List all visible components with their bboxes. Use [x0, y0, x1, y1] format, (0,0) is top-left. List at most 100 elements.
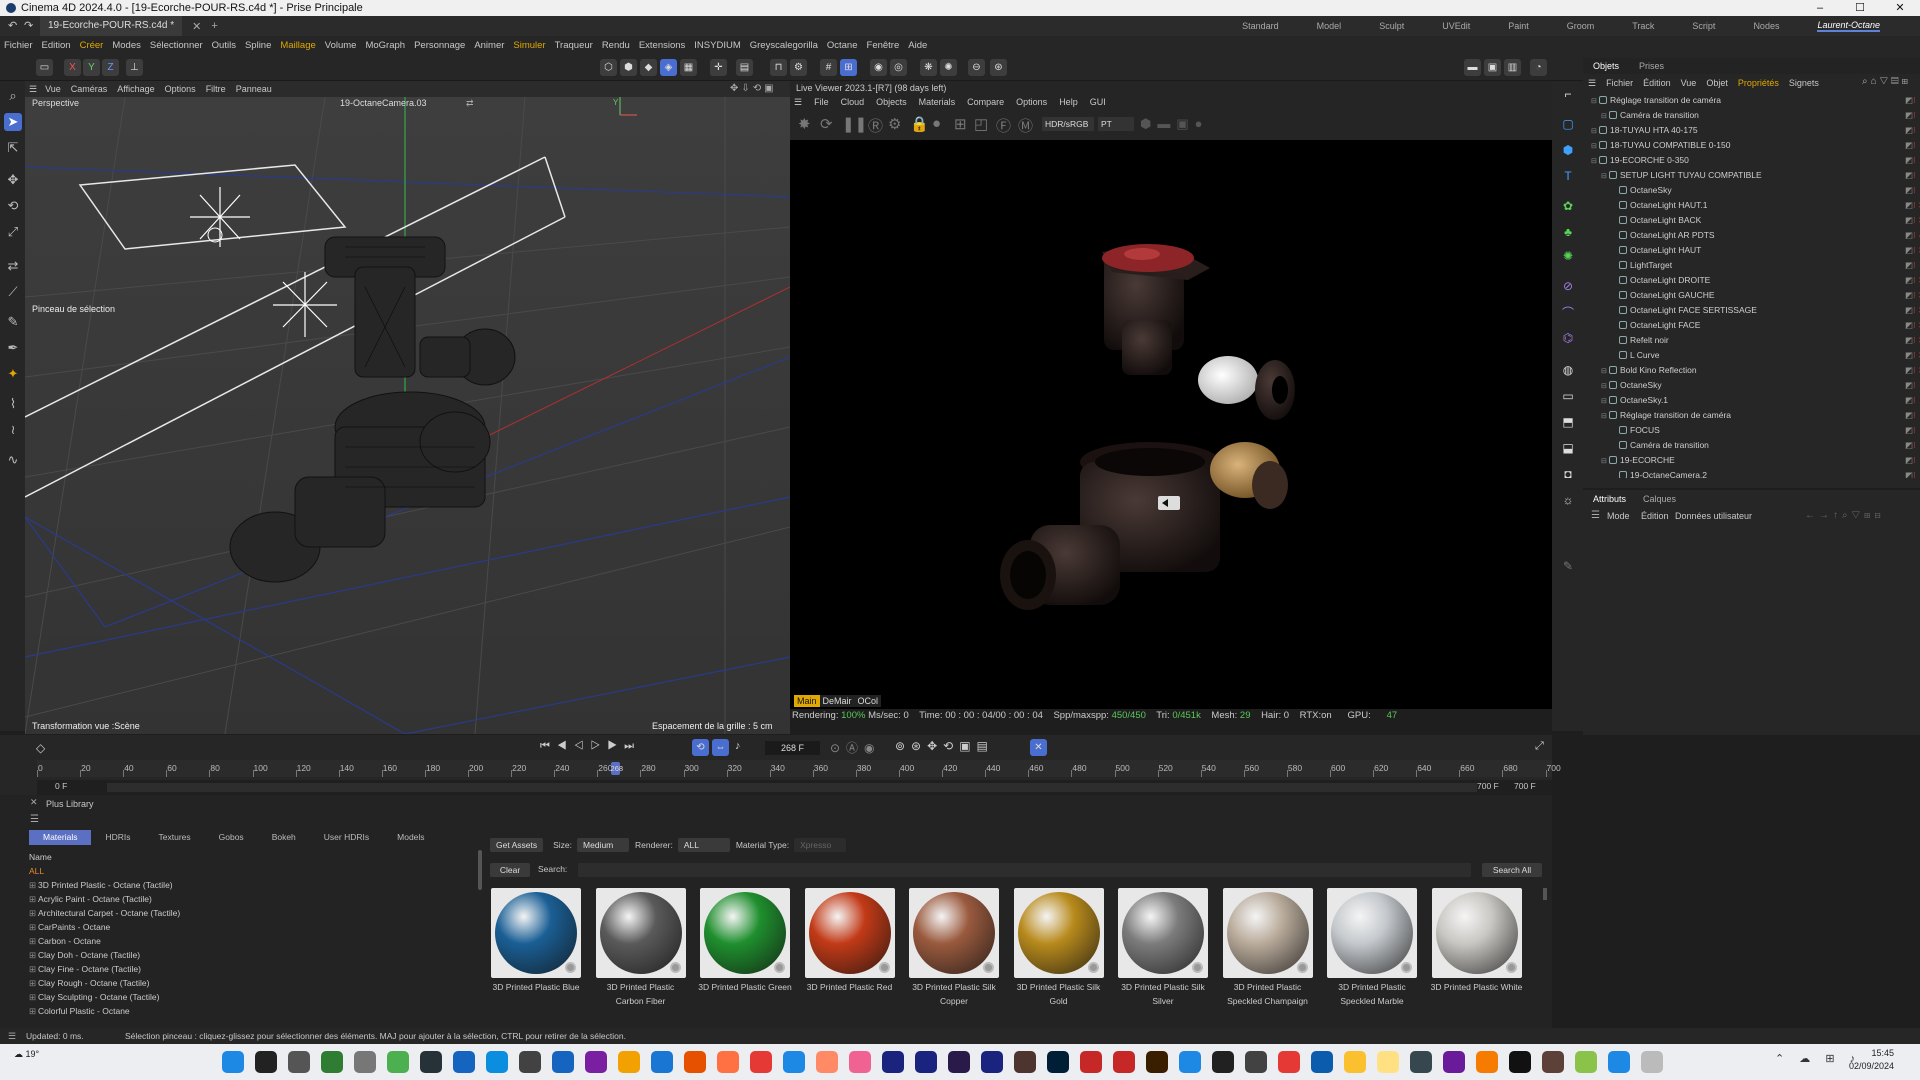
taskbar-app-icon[interactable]	[783, 1051, 805, 1073]
tab-objects[interactable]: Objets	[1593, 61, 1619, 71]
taskbar-app-icon[interactable]	[1014, 1051, 1036, 1073]
pen-tool-icon[interactable]: ✒	[4, 339, 22, 357]
null-object-icon[interactable]: ⌐	[1559, 85, 1577, 103]
field-icon[interactable]: ⊘	[1559, 277, 1577, 295]
menu-4[interactable]: Sélectionner	[150, 40, 203, 51]
object-visibility-flags[interactable]: ◩⁝	[1905, 258, 1920, 273]
taskbar-app-icon[interactable]	[453, 1051, 475, 1073]
taskbar-app-icon[interactable]	[1575, 1051, 1597, 1073]
expand-icon[interactable]: ⊟	[1591, 154, 1599, 169]
record-controls[interactable]: ⊙Ⓐ◉	[830, 739, 881, 756]
axis-z-icon[interactable]: Z	[102, 59, 119, 76]
menu-1[interactable]: Edition	[42, 40, 71, 51]
taskbar-app-icon[interactable]	[255, 1051, 277, 1073]
expand-plus-icon[interactable]: ⊞	[29, 920, 38, 934]
taskbar-app-icon[interactable]	[1377, 1051, 1399, 1073]
taskbar-app-icon[interactable]	[1410, 1051, 1432, 1073]
viewport-menu-5[interactable]: Panneau	[236, 84, 272, 94]
category-item[interactable]: ⊞ CarPaints - Octane	[29, 920, 110, 934]
layout-paint[interactable]: Paint	[1508, 21, 1529, 31]
objects-menu-2[interactable]: Vue	[1681, 78, 1697, 88]
layout-laurent-octane[interactable]: Laurent-Octane	[1817, 20, 1880, 32]
menu-9[interactable]: MoGraph	[365, 40, 405, 51]
taskbar-app-icon[interactable]	[1311, 1051, 1333, 1073]
expand-icon[interactable]: ⊟	[1601, 169, 1609, 184]
menu-18[interactable]: Octane	[827, 40, 858, 51]
expand-icon[interactable]: ⊟	[1601, 454, 1609, 469]
material-swatch[interactable]	[1431, 888, 1522, 978]
taskbar-app-icon[interactable]	[849, 1051, 871, 1073]
edit-render-settings-icon[interactable]: ◔	[1530, 59, 1547, 76]
material-swatch[interactable]	[595, 888, 686, 978]
library-tab-bokeh[interactable]: Bokeh	[258, 830, 310, 845]
solo-settings-icon[interactable]: ◎	[890, 59, 907, 76]
category-scrollbar[interactable]	[478, 850, 482, 890]
kernel-select[interactable]: PT	[1098, 117, 1134, 131]
camera-icon[interactable]: ▭	[1559, 387, 1577, 405]
attributes-menu-icon[interactable]: ☰	[1591, 510, 1600, 521]
search-icon[interactable]: ⌕	[4, 87, 22, 105]
lv-menu-6[interactable]: Help	[1059, 97, 1078, 107]
viewport-menu-1[interactable]: Caméras	[71, 84, 108, 94]
menu-7[interactable]: Maillage	[280, 40, 315, 51]
range-end-preview[interactable]: 700 F	[1477, 781, 1499, 791]
object-visibility-flags[interactable]: ◩⁝	[1905, 168, 1920, 183]
render-output[interactable]	[790, 140, 1552, 695]
category-item[interactable]: ⊞ Clay Fine - Octane (Tactile)	[29, 962, 141, 976]
close-library-icon[interactable]: ✕	[30, 797, 38, 808]
preview-range-icon[interactable]: ⇔	[712, 739, 729, 756]
category-item[interactable]: ⊞ Clay Sculpting - Octane (Tactile)	[29, 990, 159, 1004]
object-row[interactable]: ⊟ Réglage transition de caméra ◩⁝	[1601, 408, 1916, 424]
view-layout-icon[interactable]: ▭	[36, 59, 53, 76]
get-assets-button[interactable]: Get Assets	[490, 838, 544, 852]
current-frame-field[interactable]: 268 F	[765, 741, 820, 755]
text-object-icon[interactable]: T	[1559, 167, 1577, 185]
simulation-icon[interactable]: ❋	[920, 59, 937, 76]
lv-menu-5[interactable]: Options	[1016, 97, 1047, 107]
taskbar-app-icon[interactable]	[1047, 1051, 1069, 1073]
material-pick-icon[interactable]: Ⓜ	[1018, 115, 1033, 136]
library-menu-icon[interactable]: ☰	[30, 814, 39, 825]
menu-20[interactable]: Aide	[908, 40, 927, 51]
menu-10[interactable]: Personnage	[414, 40, 465, 51]
expand-plus-icon[interactable]: ⊞	[29, 990, 38, 1004]
object-visibility-flags[interactable]: ◩⁝ ✕ ▬	[1905, 288, 1920, 303]
taskbar-app-icon[interactable]	[882, 1051, 904, 1073]
expand-icon[interactable]: ⊟	[1591, 139, 1599, 154]
category-item[interactable]: ⊞ Colorful Plastic - Octane	[29, 1004, 130, 1018]
object-row[interactable]: ⊟ 19-ECORCHE 0-350 ◩⁝	[1591, 153, 1916, 169]
edit-icon[interactable]: ✎	[1559, 557, 1577, 575]
object-row[interactable]: LightTarget ◩⁝	[1611, 258, 1916, 273]
category-item[interactable]: ⊞ 3D Printed Plastic - Octane (Tactile)	[29, 878, 173, 892]
object-visibility-flags[interactable]: ◩⁝ ✓ ▬	[1905, 228, 1920, 243]
taskbar-app-icon[interactable]	[1278, 1051, 1300, 1073]
menu-13[interactable]: Traqueur	[555, 40, 593, 51]
deformer-icon[interactable]: ✺	[1559, 247, 1577, 265]
region-render-icon[interactable]: Ⓡ	[868, 115, 883, 136]
taskbar-app-icon[interactable]	[1608, 1051, 1630, 1073]
new-tab-icon[interactable]: +	[211, 20, 217, 32]
viewport-menu-0[interactable]: Vue	[45, 84, 61, 94]
menu-16[interactable]: INSYDIUM	[694, 40, 740, 51]
close-button[interactable]: ✕	[1880, 0, 1920, 16]
category-item[interactable]: ⊞ Clay Doh - Octane (Tactile)	[29, 948, 140, 962]
object-row[interactable]: Refelt noir ◩⁝ ✕ ●	[1611, 333, 1920, 348]
workplane-icon[interactable]: ⊞	[840, 59, 857, 76]
snap-icon[interactable]: ⊓	[770, 59, 787, 76]
playhead[interactable]: 268	[610, 762, 623, 775]
objects-menu-1[interactable]: Édition	[1643, 78, 1671, 88]
perspective-viewport[interactable]: Y	[25, 97, 790, 734]
expand-plus-icon[interactable]: ⊞	[29, 878, 38, 892]
lv-menu-3[interactable]: Materials	[919, 97, 956, 107]
menu-8[interactable]: Volume	[325, 40, 357, 51]
object-visibility-flags[interactable]: ◩⁝	[1905, 453, 1920, 468]
volume-icon[interactable]: ⌬	[1559, 329, 1577, 347]
render-view-icon[interactable]: ⊖	[968, 59, 985, 76]
expand-icon[interactable]: ⊟	[1601, 409, 1609, 424]
menu-14[interactable]: Rendu	[602, 40, 630, 51]
badge-demair[interactable]: DeMair	[819, 695, 855, 707]
sound-icon[interactable]: ♪	[735, 740, 741, 752]
object-visibility-flags[interactable]: ◩⁝	[1905, 153, 1920, 168]
edges-mode-icon[interactable]: ⬢	[620, 59, 637, 76]
document-tab[interactable]: 19-Ecorche-POUR-RS.c4d *	[40, 16, 183, 36]
